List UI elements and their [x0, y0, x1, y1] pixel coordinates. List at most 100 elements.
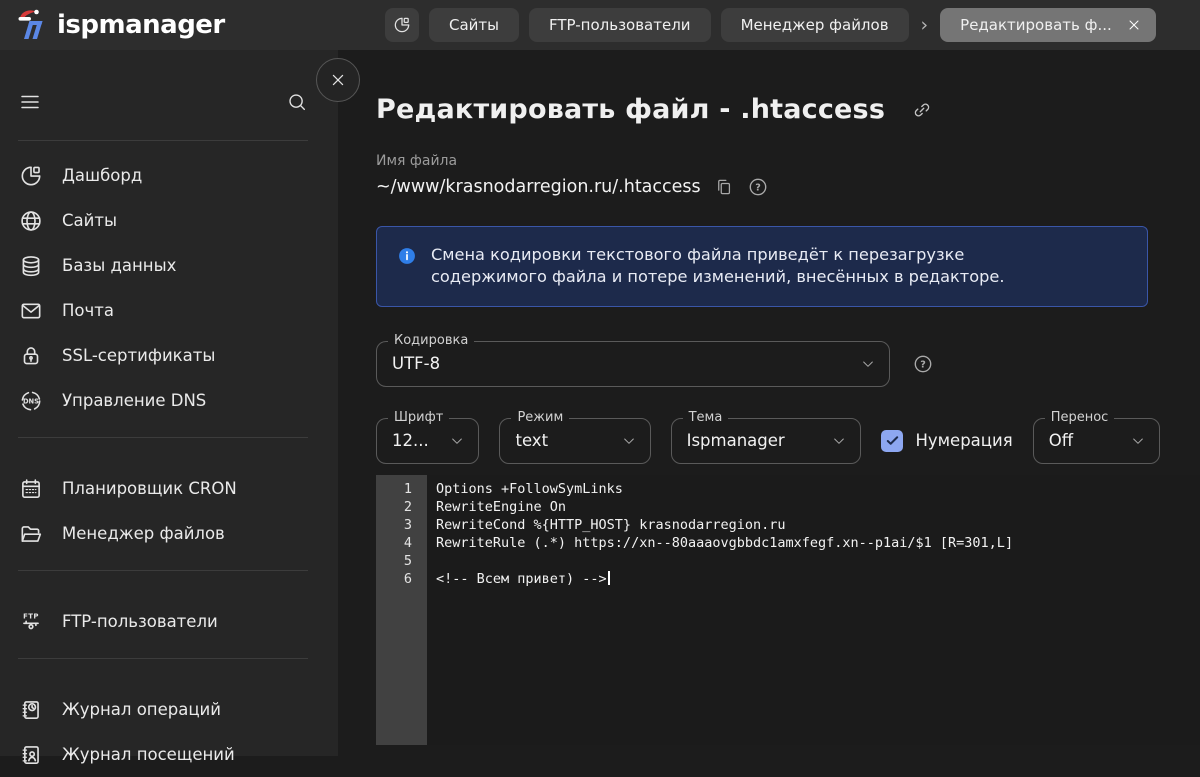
mail-icon	[18, 298, 44, 324]
sidebar-item[interactable]: Сайты	[0, 198, 338, 243]
sidebar-item-label: SSL-сертификаты	[62, 346, 216, 365]
menu-hamburger-icon[interactable]	[18, 90, 42, 114]
tab-2[interactable]: Менеджер файлов	[720, 8, 909, 42]
sidebar-item[interactable]: Почта	[0, 288, 338, 333]
sidebar-item-label: Журнал посещений	[62, 745, 235, 764]
numbering-checkbox[interactable]	[881, 429, 904, 452]
sidebar-group-1: Планировщик CRON Менеджер файлов	[0, 452, 338, 556]
dashboard-tab-button[interactable]	[385, 8, 419, 42]
wrap-select-label: Перенос	[1044, 409, 1115, 425]
tab-label: Сайты	[449, 16, 499, 34]
line-number: 4	[403, 534, 412, 551]
dashboard-icon	[18, 163, 44, 189]
topbar: ispmanager Сайты FTP-пользователи Менеджер…	[0, 0, 1200, 50]
sidebar-item[interactable]: Дашборд	[0, 153, 338, 198]
tab-bar: Сайты FTP-пользователи Менеджер файлов › Ред…	[385, 8, 1156, 42]
search-icon[interactable]	[286, 91, 308, 113]
editor-gutter: 123456	[376, 474, 427, 745]
mode-select[interactable]: Режим text	[499, 409, 651, 464]
sidebar-divider	[18, 437, 308, 438]
info-banner: Смена кодировки текстового файла приведё…	[376, 226, 1148, 307]
link-icon[interactable]	[911, 99, 933, 121]
code-line[interactable]: RewriteEngine On	[436, 498, 1200, 516]
wrap-select-value: Off	[1048, 431, 1074, 451]
sidebar-item[interactable]: Базы данных	[0, 243, 338, 288]
tab-1[interactable]: FTP-пользователи	[529, 8, 711, 42]
sidebar-item-label: Базы данных	[62, 256, 177, 275]
code-line[interactable]: <!-- Всем привет) -->	[436, 570, 1200, 588]
svg-text:?: ?	[755, 182, 761, 193]
dns-icon: DNS	[18, 388, 44, 414]
journal-operations-icon	[18, 697, 44, 723]
close-panel-button[interactable]	[316, 58, 360, 102]
numbering-checkbox-group[interactable]: Нумерация	[881, 429, 1013, 452]
sidebar-group-3: Журнал операций Журнал посещений	[0, 673, 338, 777]
close-icon	[328, 70, 348, 90]
sidebar-item[interactable]: Журнал посещений	[0, 732, 338, 777]
sidebar-item-label: Почта	[62, 301, 114, 320]
chevron-down-icon	[621, 433, 637, 449]
encoding-select[interactable]: Кодировка UTF-8	[376, 332, 890, 387]
tab-close-icon[interactable]	[1126, 17, 1142, 33]
encoding-select-label: Кодировка	[388, 332, 475, 348]
line-number: 1	[403, 480, 412, 497]
sidebar-item[interactable]: FTP FTP-пользователи	[0, 599, 338, 644]
svg-text:DNS: DNS	[23, 397, 39, 405]
sidebar-item-label: Планировщик CRON	[62, 479, 237, 498]
file-name-label: Имя файла	[376, 153, 458, 169]
code-line[interactable]: RewriteRule (.*) https://xn--80aaaovgbbd…	[436, 534, 1200, 552]
help-icon[interactable]: ?	[747, 176, 769, 198]
title-row: Редактировать файл - .htaccess	[376, 94, 1200, 125]
database-icon	[18, 253, 44, 279]
ftp-icon: FTP	[18, 609, 44, 635]
sidebar-item[interactable]: Менеджер файлов	[0, 511, 338, 556]
tab-label: FTP-пользователи	[549, 16, 691, 34]
sidebar-item[interactable]: DNS Управление DNS	[0, 378, 338, 423]
theme-select-value: Ispmanager	[686, 431, 785, 451]
chevron-down-icon	[1130, 433, 1146, 449]
line-number: 3	[403, 516, 412, 533]
file-name-block: Имя файла ~/www/krasnodarregion.ru/.htac…	[376, 153, 1200, 198]
sidebar-item[interactable]: Журнал операций	[0, 687, 338, 732]
sidebar-group-0: Дашборд Сайты Базы данных Почта SSL-сертифик…	[0, 141, 338, 423]
copy-icon[interactable]	[714, 177, 734, 197]
code-line[interactable]: Options +FollowSymLinks	[436, 480, 1200, 498]
font-size-select-label: Шрифт	[388, 409, 450, 425]
help-icon[interactable]: ?	[912, 353, 934, 375]
tab-0[interactable]: Сайты	[429, 8, 519, 42]
chevron-down-icon	[860, 356, 876, 372]
app-logo-text: ispmanager	[57, 10, 225, 40]
sidebar-item[interactable]: Планировщик CRON	[0, 466, 338, 511]
mode-select-label: Режим	[511, 409, 570, 425]
tab-3[interactable]: Редактировать ф...	[940, 8, 1156, 42]
sidebar-item-label: FTP-пользователи	[62, 612, 218, 631]
sidebar-divider	[18, 570, 308, 571]
mode-select-value: text	[515, 431, 549, 451]
sidebar-group-2: FTP FTP-пользователи	[0, 585, 338, 644]
theme-select-label: Тема	[682, 409, 729, 425]
encoding-select-value: UTF-8	[392, 354, 441, 374]
chevron-down-icon	[831, 433, 847, 449]
app-logo[interactable]: ispmanager	[0, 7, 385, 43]
code-line[interactable]	[436, 552, 1200, 570]
wrap-select[interactable]: Перенос Off	[1032, 409, 1160, 464]
chevron-down-icon	[449, 433, 465, 449]
font-size-select[interactable]: Шрифт 12...	[376, 409, 480, 464]
breadcrumb-chevron: ›	[920, 13, 929, 36]
line-number: 6	[403, 570, 412, 587]
code-editor[interactable]: 123456 Options +FollowSymLinks RewriteEng…	[376, 474, 1200, 745]
sidebar-item-label: Журнал операций	[62, 700, 221, 719]
cron-calendar-icon	[18, 476, 44, 502]
code-line[interactable]: RewriteCond %{HTTP_HOST} krasnodarregion…	[436, 516, 1200, 534]
svg-text:?: ?	[920, 359, 926, 370]
sidebar-item-label: Управление DNS	[62, 391, 207, 410]
theme-select[interactable]: Тема Ispmanager	[670, 409, 862, 464]
file-name-value: ~/www/krasnodarregion.ru/.htaccess	[376, 177, 701, 197]
sidebar-item[interactable]: SSL-сертификаты	[0, 333, 338, 378]
page-title: Редактировать файл - .htaccess	[376, 94, 886, 125]
sidebar-divider	[18, 658, 308, 659]
sidebar: Дашборд Сайты Базы данных Почта SSL-сертифик…	[0, 50, 338, 764]
svg-text:FTP: FTP	[23, 612, 39, 620]
font-size-select-value: 12...	[392, 431, 429, 451]
editor-code-area[interactable]: Options +FollowSymLinks RewriteEngine On R…	[427, 474, 1200, 745]
